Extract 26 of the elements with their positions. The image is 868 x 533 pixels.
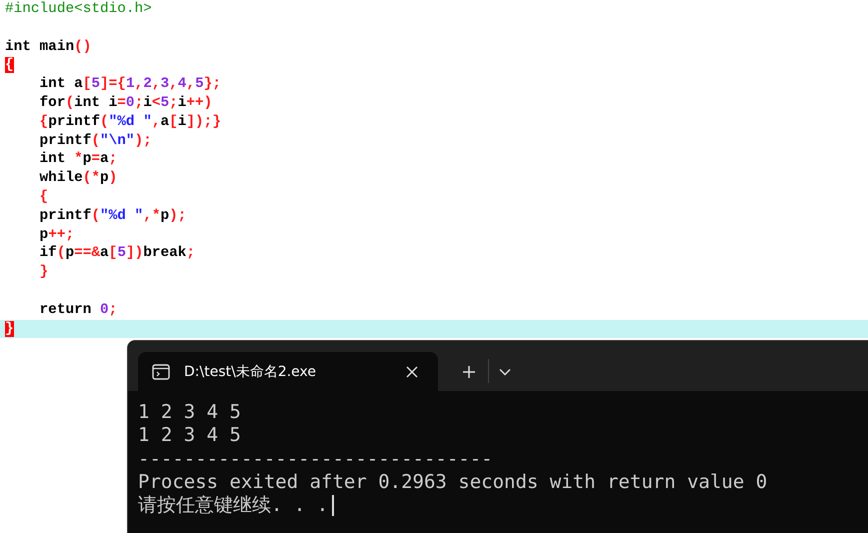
code-line: {printf("%d ",a[i]);} — [38, 114, 221, 130]
code-line: p++; — [38, 226, 74, 243]
code-line: printf("%d ",*p); — [38, 208, 186, 224]
console-tab[interactable]: D:\test\未命名2.exe — [138, 352, 438, 391]
code-line: while(*p) — [38, 170, 118, 186]
new-tab-icon[interactable] — [462, 365, 476, 379]
code-line: for(int i=0;i<5;i++) — [38, 94, 212, 111]
tab-title: D:\test\未命名2.exe — [184, 362, 318, 380]
console-output-line: 请按任意键继续. . . — [138, 494, 328, 518]
code-line: return 0; — [38, 302, 118, 318]
console-output-line: 1 2 3 4 5 — [138, 401, 241, 424]
code-line: int main() — [5, 38, 92, 55]
code-line: printf("\n"); — [38, 132, 152, 149]
console-output-line: 1 2 3 4 5 — [138, 424, 241, 448]
close-icon[interactable] — [406, 366, 418, 378]
console-output-line: ------------------------------- — [138, 448, 493, 471]
code-line: int a[5]={1,2,3,4,5}; — [38, 76, 221, 92]
code-line: #include<stdio.h> — [5, 1, 152, 17]
terminal-icon — [152, 364, 170, 380]
code-line: if(p==&a[5])break; — [38, 245, 196, 262]
console-output-line: Process exited after 0.2963 seconds with return value 0 — [138, 470, 768, 494]
code-line: int *p=a; — [38, 151, 118, 168]
code-line: } — [38, 264, 48, 280]
chevron-down-icon[interactable] — [499, 368, 511, 376]
code-line: { — [38, 188, 48, 205]
text-cursor — [332, 495, 334, 516]
